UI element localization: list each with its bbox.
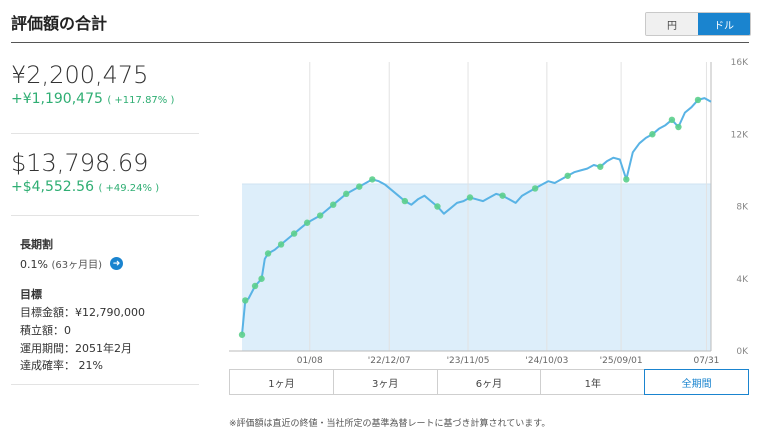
series-marker: [242, 297, 249, 304]
series-marker: [531, 185, 539, 192]
x-tick-label: '23/11/05: [447, 356, 490, 366]
series-marker: [258, 275, 265, 282]
series-marker: [277, 241, 285, 248]
series-marker: [564, 172, 571, 179]
period-3m-button[interactable]: 3ヶ月: [334, 370, 438, 394]
series-marker: [264, 250, 272, 257]
y-tick-label: 0K: [736, 347, 749, 357]
series-marker: [597, 163, 604, 170]
y-tick-label: 12K: [731, 130, 749, 140]
series-marker: [649, 131, 656, 138]
period-1m-button[interactable]: 1ヶ月: [230, 370, 334, 394]
series-marker: [251, 282, 259, 290]
reference-area: [242, 183, 711, 351]
series-marker: [330, 201, 337, 208]
period-selector: 1ヶ月 3ヶ月 6ヶ月 1年 全期間: [229, 369, 749, 395]
series-marker: [675, 123, 682, 131]
series-marker: [694, 96, 702, 104]
series-marker: [303, 219, 311, 226]
x-tick-label: 01/08: [297, 356, 323, 366]
x-tick-label: 07/31: [693, 356, 719, 366]
series-marker: [623, 176, 630, 183]
y-tick-label: 16K: [731, 58, 749, 68]
x-tick-label: '24/10/03: [525, 356, 568, 366]
period-all-button[interactable]: 全期間: [644, 369, 749, 395]
series-marker: [466, 194, 474, 201]
series-marker: [668, 116, 676, 124]
series-marker: [343, 190, 350, 198]
series-marker: [401, 197, 409, 205]
x-tick-label: '25/09/01: [600, 356, 643, 366]
y-tick-label: 8K: [736, 203, 749, 213]
y-tick-label: 4K: [736, 275, 749, 285]
series-marker: [434, 203, 441, 210]
series-marker: [290, 230, 298, 237]
x-tick-label: '22/12/07: [368, 356, 411, 366]
period-1y-button[interactable]: 1年: [541, 370, 646, 394]
series-marker: [499, 192, 506, 199]
series-marker: [356, 183, 363, 190]
period-6m-button[interactable]: 6ヶ月: [438, 370, 542, 394]
series-marker: [238, 331, 246, 338]
series-marker: [316, 212, 324, 219]
footnote: ※評価額は直近の終値・当社所定の基準為替レートに基づき計算されています。: [229, 419, 551, 429]
series-marker: [369, 176, 376, 183]
